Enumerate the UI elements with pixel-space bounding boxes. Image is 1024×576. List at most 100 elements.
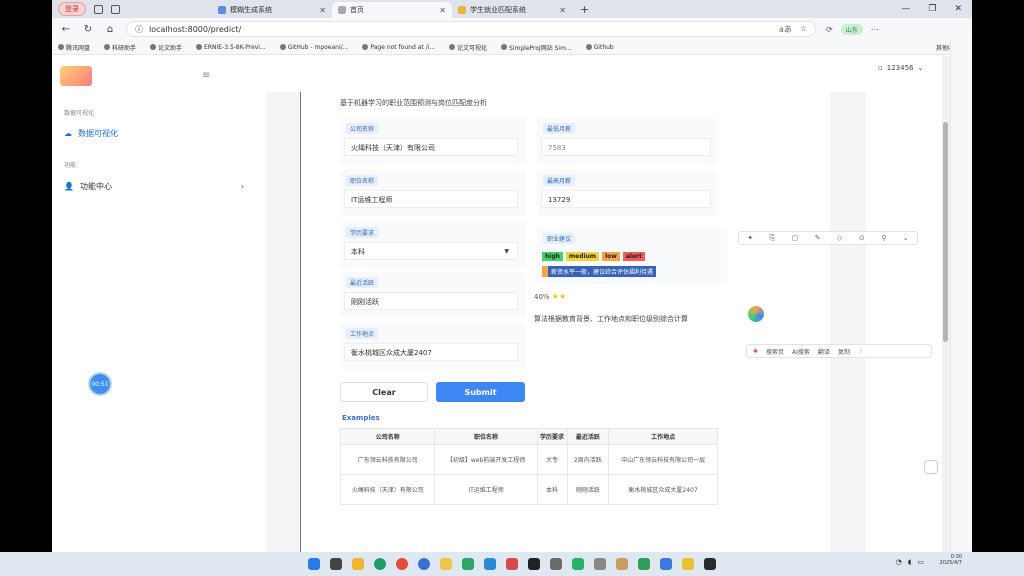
field-label: 学历要求: [346, 227, 379, 238]
profile-badge[interactable]: 山东: [840, 23, 863, 35]
more-icon[interactable]: ⋮: [858, 348, 864, 355]
field-label: 工作地点: [346, 328, 379, 339]
favorite-icon[interactable]: ☆: [800, 24, 807, 35]
login-pill[interactable]: 登录: [58, 2, 86, 16]
close-icon[interactable]: ✕: [319, 6, 326, 15]
scrollbar-thumb[interactable]: [943, 122, 948, 342]
copilot-icon[interactable]: [924, 460, 938, 474]
ai-search-button[interactable]: AI搜索: [792, 347, 810, 356]
app-icon[interactable]: [352, 558, 364, 570]
bookmark-item[interactable]: 论文助手: [150, 43, 182, 52]
note-icon[interactable]: ▢: [792, 234, 799, 242]
system-clock[interactable]: 0:30 2025/4/7: [940, 554, 962, 566]
bookmark-item[interactable]: ERNIE-3.5-8K-Previ...: [196, 44, 266, 51]
app-icon[interactable]: [638, 558, 650, 570]
battery-icon[interactable]: ▭: [917, 558, 924, 566]
chevron-down-icon: ⌄: [917, 64, 924, 72]
app-icon[interactable]: [594, 558, 606, 570]
bookmark-item[interactable]: Github: [585, 44, 614, 51]
bookmark-item[interactable]: 科研助手: [104, 43, 136, 52]
ai-icon[interactable]: ✦: [747, 234, 753, 242]
chevron-down-icon[interactable]: ⌄: [903, 234, 909, 242]
copy-button[interactable]: 复制: [838, 347, 850, 356]
toolbar-right: ⟳ 山东 ⋯: [826, 23, 879, 35]
close-icon[interactable]: ✕: [439, 6, 446, 15]
refresh-icon[interactable]: ↻: [82, 24, 94, 35]
chrome-icon[interactable]: [396, 558, 408, 570]
menu-toggle-icon[interactable]: ≡: [202, 70, 210, 81]
education-select[interactable]: 本科 ▼: [344, 242, 518, 260]
close-icon[interactable]: ✕: [559, 6, 566, 15]
table-cell: 中山广东领云科技有限公司一层: [608, 444, 718, 475]
back-icon[interactable]: ←: [60, 24, 72, 35]
workspace-icon[interactable]: [94, 4, 103, 14]
sidebar-section-title: 数据可视化: [64, 110, 95, 117]
activity-input[interactable]: 刚刚活跃: [344, 292, 518, 310]
bookmark-item[interactable]: GitHub - mpoeani/...: [279, 44, 348, 51]
education-field: 学历要求 本科 ▼: [340, 222, 526, 268]
recording-timer[interactable]: 00:51: [88, 372, 112, 396]
table-cell: 大专: [536, 444, 568, 475]
app-icon[interactable]: [550, 558, 562, 570]
translate-icon[interactable]: aあ: [779, 24, 792, 35]
app-icon[interactable]: [418, 558, 430, 570]
translate-button[interactable]: 翻译: [818, 347, 830, 356]
app-icon[interactable]: [660, 558, 672, 570]
minimize-icon[interactable]: —: [901, 4, 910, 14]
assistant-bubble-icon[interactable]: [748, 306, 764, 322]
app-icon[interactable]: [484, 558, 496, 570]
search-page-button[interactable]: 搜索页: [766, 347, 784, 356]
tab-student[interactable]: 学生就业匹配系统 ✕: [452, 2, 572, 18]
wifi-icon[interactable]: ◔: [896, 558, 902, 566]
terminal-icon[interactable]: [704, 558, 716, 570]
company-input[interactable]: 火绳科技（天津）有限公司: [344, 138, 518, 156]
position-input[interactable]: IT运维工程师: [344, 190, 518, 208]
bookmark-item[interactable]: 论文可视化: [449, 43, 487, 52]
sidebar-item-visualization[interactable]: ☁ 数据可视化: [64, 128, 244, 139]
volume-icon[interactable]: ◖: [908, 558, 912, 566]
bookmark-item[interactable]: SimpleProj网站 Sim...: [501, 43, 572, 52]
system-buttons: 登录: [52, 2, 212, 16]
close-window-icon[interactable]: ✕: [954, 4, 962, 14]
clear-button[interactable]: Clear: [340, 382, 428, 402]
extensions-icon[interactable]: ⟳: [826, 25, 833, 34]
submit-button[interactable]: Submit: [436, 382, 525, 402]
address-bar[interactable]: ⓘ localhost:8000/predict/ aあ ☆: [126, 21, 816, 37]
app-icon[interactable]: [528, 558, 540, 570]
app-icon[interactable]: [506, 558, 518, 570]
table-row[interactable]: 火绳科技（天津）有限公司 IT运维工程师 本科 刚刚活跃 衡水桃城区众成大厦24…: [339, 474, 718, 505]
task-view-icon[interactable]: [330, 558, 342, 570]
new-tab-button[interactable]: +: [572, 3, 597, 16]
app-icon[interactable]: [682, 558, 694, 570]
user-menu[interactable]: ▫ 123456 ⌄: [878, 64, 923, 72]
scrollbar[interactable]: [942, 56, 950, 576]
folder-icon[interactable]: [440, 558, 452, 570]
page-title: 基于机器学习的职业范围预测与岗位匹配度分析: [340, 99, 487, 107]
table-header: 职位名称: [434, 428, 538, 445]
bookmarks-bar: 腾讯网盘 科研助手 论文助手 ERNIE-3.5-8K-Previ... Git…: [52, 40, 972, 55]
more-icon[interactable]: ⋯: [871, 25, 879, 34]
app-icon[interactable]: [616, 558, 628, 570]
pen-icon[interactable]: ✎: [815, 234, 821, 242]
bookmark-item[interactable]: Page not found at /i...: [362, 44, 435, 51]
home-icon[interactable]: ⌂: [104, 24, 116, 35]
tab-home[interactable]: 首页 ✕: [332, 2, 452, 18]
tab-actions-icon[interactable]: [111, 4, 120, 14]
restore-icon[interactable]: ❐: [928, 4, 936, 14]
location-input[interactable]: 衡水桃城区众成大厦2407: [344, 343, 518, 361]
copy-icon[interactable]: ⎘: [770, 234, 776, 243]
field-label: 职位名称: [346, 175, 379, 186]
avatar: ▫: [878, 64, 883, 72]
pin-icon[interactable]: ⚲: [881, 234, 886, 242]
windows-start-icon[interactable]: [308, 558, 320, 570]
bookmark-item[interactable]: 腾讯网盘: [58, 43, 90, 52]
sidebar-section-title: 功能: [64, 162, 77, 169]
tab-model[interactable]: 模糊生成系统 ✕: [212, 2, 332, 18]
sidebar-item-functions[interactable]: 👤 功能中心 ›: [64, 181, 244, 192]
edge-icon[interactable]: [374, 558, 386, 570]
tag-icon[interactable]: ◇: [837, 234, 842, 242]
table-row[interactable]: 广东领云科技有限公司 【初级】web前端开发工程师 大专 2周内活跃 中山广东领…: [339, 444, 718, 475]
app-icon[interactable]: [462, 558, 474, 570]
wechat-icon[interactable]: [572, 558, 584, 570]
search-icon[interactable]: ⊙: [859, 234, 865, 242]
